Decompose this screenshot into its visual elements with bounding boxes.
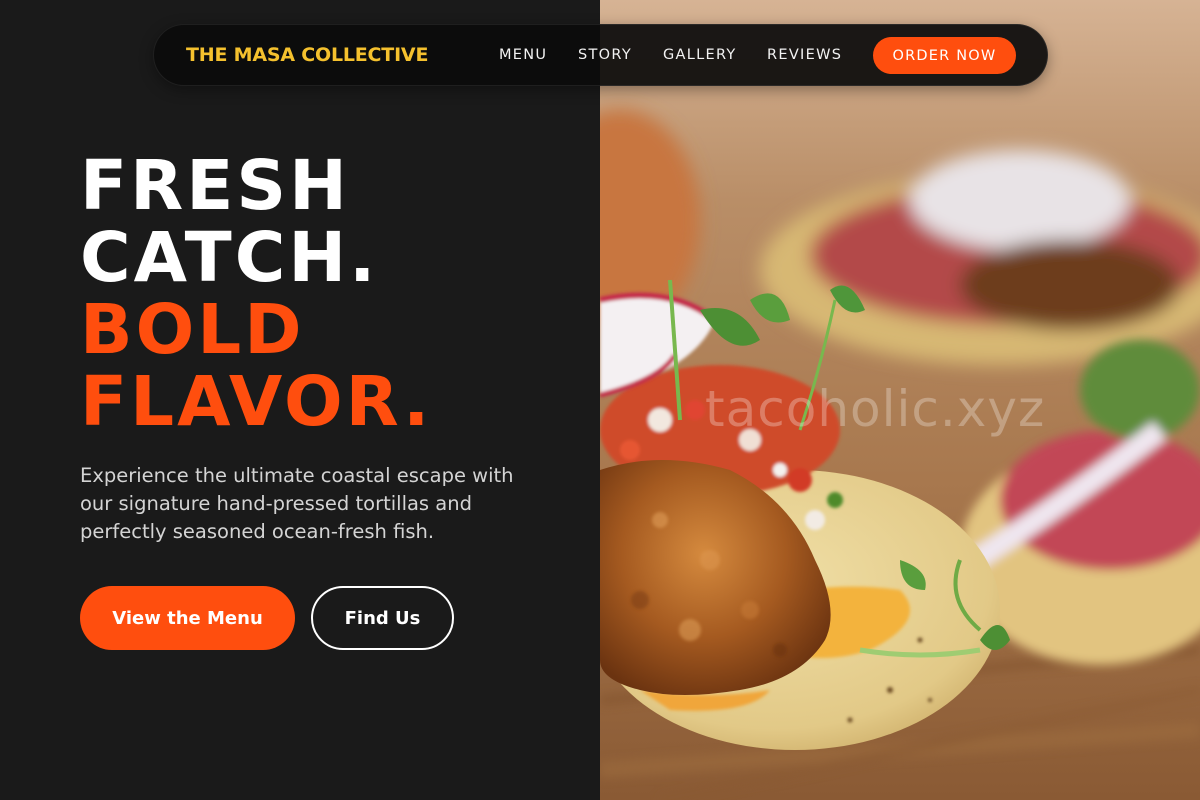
nav-link-story[interactable]: STORY	[578, 47, 632, 63]
nav-link-reviews[interactable]: REVIEWS	[767, 47, 842, 63]
order-now-button[interactable]: ORDER NOW	[873, 37, 1016, 74]
hero-description: Experience the ultimate coastal escape w…	[80, 464, 514, 543]
top-navbar: THE MASA COLLECTIVE MENU STORY GALLERY R…	[153, 24, 1048, 86]
watermark-text: tacoholic.xyz	[705, 380, 1046, 438]
hero-heading-line-2: CATCH.	[80, 218, 379, 298]
nav-link-menu[interactable]: MENU	[499, 47, 547, 63]
hero-heading: FRESH CATCH. BOLD FLAVOR.	[80, 150, 432, 438]
view-menu-button[interactable]: View the Menu	[80, 586, 295, 650]
nav-link-gallery[interactable]: GALLERY	[663, 47, 737, 63]
find-us-button[interactable]: Find Us	[311, 586, 454, 650]
hero-heading-line-4: FLAVOR.	[80, 362, 433, 442]
hero-heading-line-1: FRESH	[80, 146, 350, 226]
hero-photo: tacoholic.xyz	[600, 0, 1200, 800]
hero-heading-line-3: BOLD	[80, 290, 305, 370]
brand-logo[interactable]: THE MASA COLLECTIVE	[186, 44, 428, 66]
